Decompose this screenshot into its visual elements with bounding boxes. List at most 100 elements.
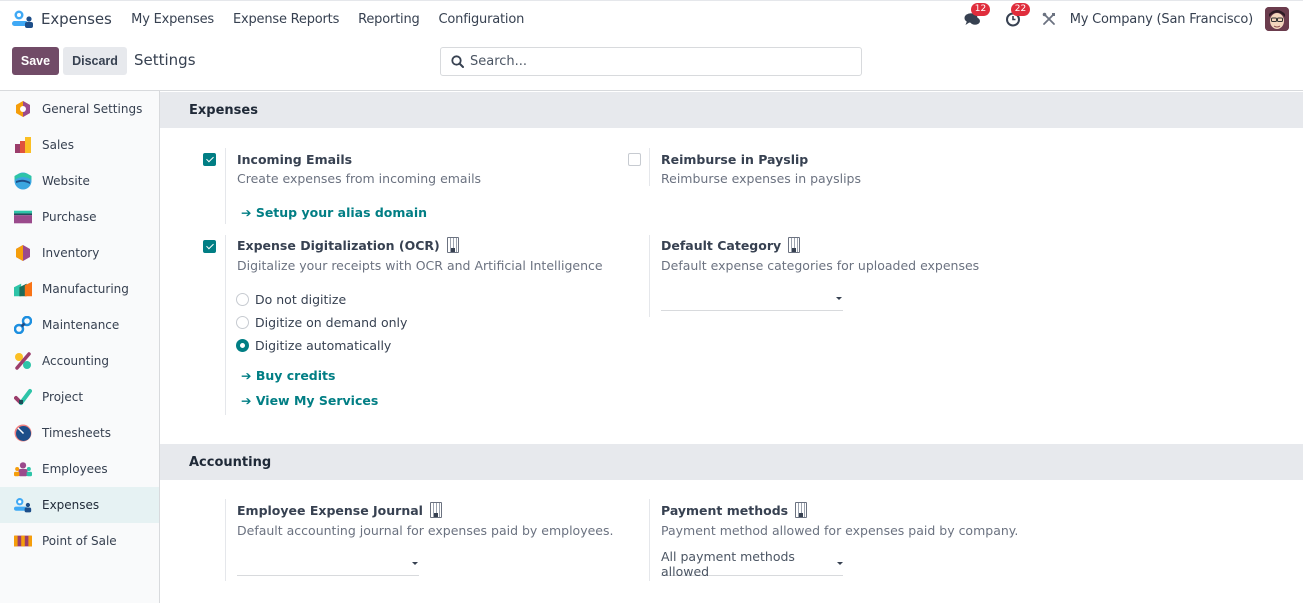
- setting-description: Payment method allowed for expenses paid…: [661, 523, 1019, 538]
- setting-divider: [649, 235, 650, 317]
- project-icon: [14, 388, 32, 406]
- manufacturing-icon: [14, 280, 32, 298]
- chevron-down-icon: [412, 562, 418, 565]
- sidebar-item-label: Manufacturing: [42, 282, 129, 296]
- menu-configuration[interactable]: Configuration: [429, 12, 534, 27]
- activities-button[interactable]: 22: [1002, 3, 1031, 29]
- settings-content: Expenses Incoming Emails Create expenses…: [160, 92, 1303, 603]
- menu-reporting[interactable]: Reporting: [349, 12, 429, 27]
- messages-button[interactable]: 12: [962, 3, 991, 29]
- setting-title: Payment methods: [661, 502, 808, 518]
- sidebar-item-accounting[interactable]: Accounting: [0, 343, 159, 379]
- tools-icon: [1042, 12, 1055, 25]
- select-value: All payment methods allowed: [661, 548, 795, 579]
- menu-my-expenses[interactable]: My Expenses: [122, 12, 224, 27]
- section-header-accounting: Accounting: [160, 444, 1303, 480]
- section-title: Expenses: [189, 102, 258, 118]
- radio-do-not-digitize[interactable]: Do not digitize: [236, 292, 346, 307]
- inventory-icon: [14, 244, 32, 262]
- sidebar-item-label: Point of Sale: [42, 534, 117, 548]
- radio-digitize-automatically[interactable]: Digitize automatically: [236, 338, 391, 353]
- discard-button[interactable]: Discard: [63, 47, 127, 75]
- sidebar-item-label: Purchase: [42, 210, 97, 224]
- setting-description: Default accounting journal for expenses …: [237, 523, 614, 538]
- sidebar-item-label: Accounting: [42, 354, 110, 368]
- company-specific-icon: [795, 502, 808, 518]
- setting-divider: [225, 235, 226, 415]
- ocr-checkbox[interactable]: [203, 240, 216, 253]
- save-button[interactable]: Save: [12, 47, 59, 75]
- sidebar-item-label: Website: [42, 174, 90, 188]
- buy-credits-link[interactable]: ➔ Buy credits: [241, 368, 335, 383]
- page-title: Settings: [134, 51, 196, 69]
- reimburse-payslip-checkbox[interactable]: [628, 153, 641, 166]
- company-switcher[interactable]: My Company (San Francisco): [1070, 12, 1253, 27]
- sidebar-item-label: Sales: [42, 138, 74, 152]
- sidebar-item-point-of-sale[interactable]: Point of Sale: [0, 523, 159, 559]
- sidebar-item-label: Inventory: [42, 246, 100, 260]
- radio-digitize-on-demand[interactable]: Digitize on demand only: [236, 315, 407, 330]
- sidebar-item-manufacturing[interactable]: Manufacturing: [0, 271, 159, 307]
- sidebar-item-sales[interactable]: Sales: [0, 127, 159, 163]
- purchase-icon: [14, 208, 32, 226]
- settings-sidebar: General Settings Sales Website Purchase …: [0, 91, 160, 603]
- debug-button[interactable]: [1038, 9, 1060, 29]
- radio-button-selected[interactable]: [236, 339, 249, 352]
- setting-divider: [649, 148, 650, 186]
- setting-description: Reimburse expenses in payslips: [661, 171, 862, 186]
- employee-journal-select[interactable]: [237, 552, 419, 576]
- sidebar-item-timesheets[interactable]: Timesheets: [0, 415, 159, 451]
- setting-title-text: Employee Expense Journal: [237, 502, 423, 518]
- radio-label: Digitize automatically: [255, 338, 392, 353]
- setting-title-text: Expense Digitalization (OCR): [237, 237, 440, 253]
- default-category-select[interactable]: [661, 287, 843, 311]
- setting-description: Digitalize your receipts with OCR and Ar…: [237, 258, 603, 273]
- general-settings-icon: [14, 100, 32, 118]
- app-brand[interactable]: Expenses: [12, 10, 112, 28]
- company-specific-icon: [429, 502, 442, 518]
- sidebar-item-expenses[interactable]: Expenses: [0, 487, 159, 523]
- incoming-emails-checkbox[interactable]: [203, 153, 216, 166]
- setup-alias-domain-link[interactable]: ➔ Setup your alias domain: [241, 205, 427, 220]
- view-my-services-link[interactable]: ➔ View My Services: [241, 393, 378, 408]
- chevron-down-icon: [836, 297, 842, 300]
- main-menu: My Expenses Expense Reports Reporting Co…: [122, 12, 534, 27]
- app-name: Expenses: [41, 10, 112, 28]
- sidebar-item-inventory[interactable]: Inventory: [0, 235, 159, 271]
- expenses-app-icon: [12, 10, 33, 28]
- sidebar-item-website[interactable]: Website: [0, 163, 159, 199]
- sidebar-item-purchase[interactable]: Purchase: [0, 199, 159, 235]
- search-icon: [451, 55, 464, 68]
- user-avatar-icon: [1265, 7, 1289, 31]
- sidebar-item-label: General Settings: [42, 102, 143, 116]
- sidebar-item-maintenance[interactable]: Maintenance: [0, 307, 159, 343]
- sidebar-item-general-settings[interactable]: General Settings: [0, 91, 159, 127]
- control-panel: Save Discard Settings: [0, 37, 1303, 91]
- setting-title-text: Default Category: [661, 237, 782, 253]
- sidebar-item-employees[interactable]: Employees: [0, 451, 159, 487]
- radio-button[interactable]: [236, 293, 249, 306]
- search-box[interactable]: [440, 47, 862, 76]
- sidebar-item-label: Maintenance: [42, 318, 120, 332]
- setting-divider: [225, 499, 226, 581]
- sidebar-item-label: Employees: [42, 462, 108, 476]
- section-header-expenses: Expenses: [160, 92, 1303, 128]
- sidebar-item-label: Expenses: [42, 498, 100, 512]
- radio-button[interactable]: [236, 316, 249, 329]
- menu-expense-reports[interactable]: Expense Reports: [223, 12, 348, 27]
- setting-title: Default Category: [661, 237, 801, 253]
- point-of-sale-icon: [14, 532, 32, 550]
- chevron-down-icon: [837, 562, 843, 565]
- top-navbar: Expenses My Expenses Expense Reports Rep…: [0, 0, 1303, 37]
- setting-divider: [225, 148, 226, 224]
- payment-methods-select[interactable]: All payment methods allowed: [661, 548, 843, 579]
- setting-title: Reimburse in Payslip: [661, 152, 809, 167]
- search-input[interactable]: [470, 54, 850, 69]
- radio-label: Digitize on demand only: [255, 315, 408, 330]
- systray: 12 22 My Company (San Francisco): [944, 3, 1289, 31]
- user-avatar[interactable]: [1265, 7, 1289, 31]
- setting-title: Employee Expense Journal: [237, 502, 442, 518]
- company-specific-icon: [788, 237, 801, 253]
- setting-description: Default expense categories for uploaded …: [661, 258, 980, 273]
- sidebar-item-project[interactable]: Project: [0, 379, 159, 415]
